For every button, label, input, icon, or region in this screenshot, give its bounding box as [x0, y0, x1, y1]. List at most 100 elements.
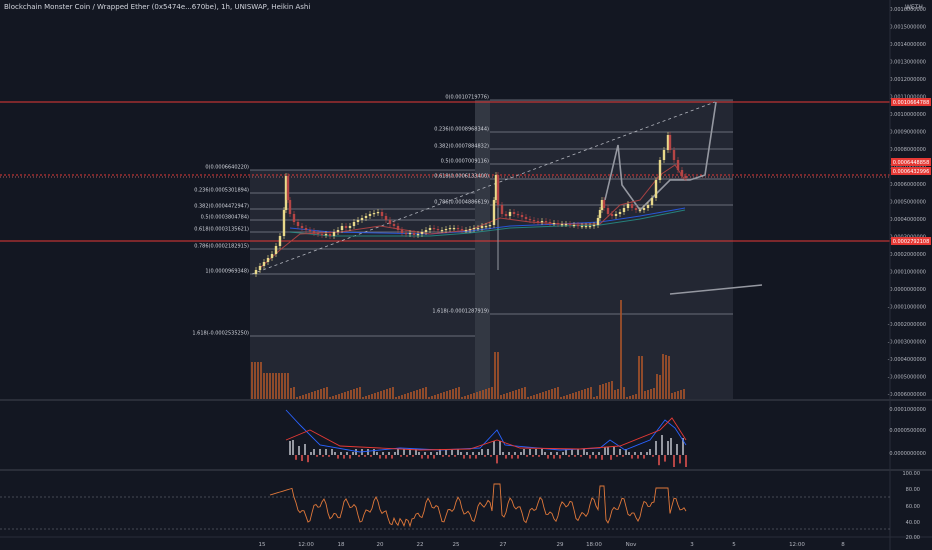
macd-histogram-bar: [577, 449, 579, 455]
macd-histogram-bar: [430, 452, 432, 455]
macd-histogram-bar: [538, 455, 540, 457]
volume-bar: [551, 389, 553, 400]
fib-left-label: 0.236(0.0005301894): [194, 188, 249, 194]
macd-histogram-bar: [487, 449, 489, 455]
macd-histogram-bar: [478, 452, 480, 455]
candle-body: [564, 224, 568, 226]
volume-bar: [644, 391, 646, 400]
price-highlight-label: 0.0006432996: [893, 169, 930, 175]
macd-histogram-bar: [301, 455, 303, 461]
candle-body: [654, 180, 658, 198]
volume-bar: [548, 390, 550, 400]
volume-bar: [482, 390, 484, 400]
price-scale-label: 0.0002000000: [889, 252, 926, 258]
volume-bar: [608, 382, 610, 400]
fib-right-label: 0(0.0010719776): [445, 95, 489, 101]
volume-bar: [386, 389, 388, 400]
candle-body: [492, 200, 496, 225]
volume-bar: [452, 389, 454, 400]
volume-bar: [344, 392, 346, 400]
candle-body: [270, 254, 274, 258]
macd-histogram-bar: [583, 449, 585, 455]
macd-histogram-bar: [313, 449, 315, 455]
macd-histogram-bar: [613, 447, 615, 455]
price-highlight-label: 0.0010664788: [893, 100, 930, 106]
fib-right-label: 0.618(0.0006133400): [434, 174, 489, 180]
time-axis-label: 27: [500, 542, 507, 548]
price-scale-label: 0.0013000000: [889, 60, 926, 66]
volume-bar: [479, 391, 481, 400]
candle-body: [630, 204, 634, 208]
candle-body: [488, 225, 492, 227]
volume-bar: [581, 390, 583, 400]
volume-bar: [638, 356, 640, 400]
macd-histogram-bar: [289, 441, 291, 455]
candle-body: [444, 229, 448, 231]
macd-histogram-bar: [385, 455, 387, 459]
candle-body: [614, 214, 618, 216]
candle-body: [352, 222, 356, 226]
volume-bar: [422, 388, 424, 400]
volume-bar: [674, 392, 676, 400]
candle-body: [598, 210, 602, 218]
macd-histogram-bar: [373, 449, 375, 455]
candle-body: [364, 216, 368, 218]
candle-body: [580, 226, 584, 228]
symbol-header[interactable]: Blockchain Monster Coin / Wrapped Ether …: [4, 3, 310, 11]
volume-bar: [584, 389, 586, 400]
volume-bar: [317, 390, 319, 400]
candle-body: [396, 226, 400, 230]
candle-body: [420, 232, 424, 234]
volume-bar: [416, 390, 418, 400]
macd-histogram-bar: [637, 455, 639, 459]
volume-bar: [650, 389, 652, 400]
volume-bar: [512, 391, 514, 400]
volume-bar: [506, 393, 508, 400]
macd-histogram-bar: [355, 449, 357, 455]
volume-bar: [575, 392, 577, 400]
macd-histogram-bar: [304, 444, 306, 455]
macd-histogram-bar: [424, 452, 426, 455]
macd-histogram-bar: [322, 455, 324, 457]
macd-histogram-bar: [571, 449, 573, 455]
time-axis-label: 15: [259, 542, 266, 548]
candle-body: [476, 228, 480, 230]
fib-right-label: 1.618(-0.0001287919): [432, 309, 489, 315]
fib-left-label: 1(0.0000969348): [205, 269, 249, 275]
volume-bar: [554, 388, 556, 400]
macd-histogram-bar: [418, 452, 420, 455]
candle-body: [300, 226, 304, 228]
price-scale-label: 0.0001000000: [889, 270, 926, 276]
candle-body: [584, 226, 588, 228]
chart-canvas[interactable]: 0(0.0006640220) 0.236(0.0005301894) 0.382(…: [0, 0, 932, 550]
volume-bar: [419, 389, 421, 400]
candle-body: [536, 221, 540, 223]
candle-body: [676, 160, 680, 170]
rsi-scale-label: 20.00: [906, 535, 920, 541]
macd-histogram-bar: [592, 452, 594, 455]
time-axis-label: 29: [557, 542, 564, 548]
volume-bar: [392, 387, 394, 400]
macd-histogram-bar: [298, 446, 300, 455]
volume-bar: [359, 387, 361, 400]
candle-body: [408, 233, 412, 235]
volume-bar: [488, 388, 490, 400]
candle-body: [484, 226, 488, 228]
macd-histogram-bar: [475, 455, 477, 459]
volume-bar: [473, 393, 475, 400]
macd-histogram-bar: [517, 455, 519, 459]
candle-body: [360, 218, 364, 220]
fib-left-label: 0.618(0.0003135621): [194, 227, 249, 233]
macd-scale-label: 0.0000000000: [889, 451, 926, 457]
macd-histogram-bar: [541, 449, 543, 455]
candle-body: [368, 214, 372, 216]
volume-bar: [410, 392, 412, 400]
macd-histogram-bar: [325, 449, 327, 455]
macd-histogram-bar: [379, 455, 381, 459]
candle-body: [508, 212, 512, 216]
volume-bar: [413, 391, 415, 400]
volume-bar: [254, 362, 256, 400]
candle-body: [292, 214, 296, 222]
candle-body: [528, 219, 532, 221]
fib-left-label: 1.618(-0.0002535250): [192, 331, 249, 337]
